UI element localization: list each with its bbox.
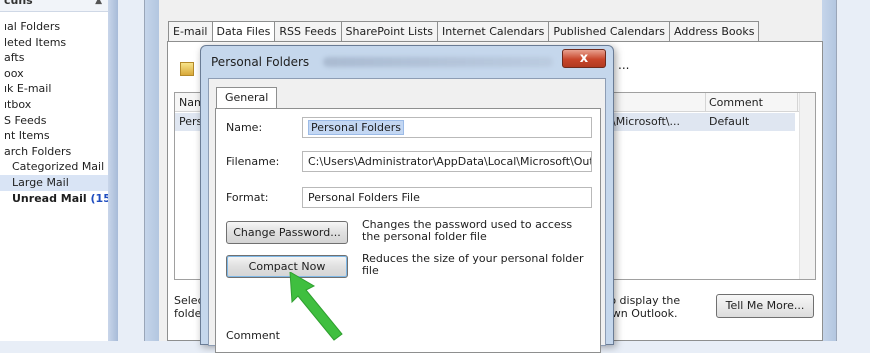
row-name: Pers [179, 115, 203, 128]
change-password-button[interactable]: Change Password... [226, 221, 348, 244]
folder-inbox[interactable]: oox [4, 66, 118, 82]
change-password-description: Changes the password used to access the … [362, 218, 573, 243]
dialog-frame-right [822, 0, 836, 341]
general-panel: Name: Personal Folders Filename: C:\User… [215, 108, 601, 353]
folder-unread-mail[interactable]: Unread Mail (156 [4, 191, 118, 207]
folder-list: ıal Folders leted Items afts oox ık E-ma… [0, 19, 118, 207]
folder-drafts[interactable]: afts [4, 50, 118, 66]
column-header-comment[interactable]: Comment [709, 96, 763, 109]
add-file-icon[interactable] [180, 62, 194, 76]
folder-search-folders[interactable]: arch Folders [4, 144, 118, 160]
row-comment: Default [709, 115, 750, 128]
folder-rss-feeds[interactable]: S Feeds [4, 113, 118, 129]
folder-unread-mail-label: Unread Mail [12, 191, 87, 205]
tab-internet-calendars[interactable]: Internet Calendars [437, 21, 550, 42]
folder-junk-email[interactable]: ık E-mail [4, 81, 118, 97]
dialog-frame-left [145, 0, 159, 341]
title-bar-blur [323, 57, 553, 67]
tab-email[interactable]: E-mail [168, 21, 213, 42]
chevron-up-icon[interactable]: ▲ [95, 0, 102, 6]
tab-rss-feeds[interactable]: RSS Feeds [274, 21, 342, 42]
info-text-line2: own Outlook. [605, 307, 678, 320]
filename-field[interactable]: C:\Users\Administrator\AppData\Local\Mic… [302, 151, 592, 172]
tab-general[interactable]: General [216, 87, 278, 109]
dialog-title: Personal Folders [211, 55, 310, 69]
dialog-body: General Name: Personal Folders Filename:… [208, 78, 606, 353]
account-settings-tabs: E-mail Data Files RSS Feeds SharePoint List… [168, 21, 760, 44]
info-text: to display the own Outlook. [605, 294, 680, 320]
folder-outbox[interactable]: ıtbox [4, 97, 118, 113]
table-scrollbar[interactable] [799, 93, 815, 279]
column-separator[interactable] [705, 93, 706, 112]
tab-published-calendars[interactable]: Published Calendars [548, 21, 671, 42]
folder-categorized-mail[interactable]: Categorized Mail [4, 159, 118, 175]
compact-now-description: Reduces the size of your personal folder… [362, 252, 584, 277]
folder-large-mail[interactable]: Large Mail [0, 174, 112, 191]
name-field-value: Personal Folders [308, 120, 404, 135]
info-text-line1: to display the [605, 294, 681, 307]
folder-navigation-pane: cuns ▲ ıal Folders leted Items afts oox … [0, 0, 118, 341]
tell-me-more-button[interactable]: Tell Me More... [716, 294, 814, 318]
personal-folders-dialog: Personal Folders x General Name: Persona… [200, 45, 614, 353]
folder-deleted-items[interactable]: leted Items [4, 35, 118, 51]
name-label: Name: [226, 121, 263, 134]
column-separator[interactable] [797, 93, 798, 112]
format-label: Format: [226, 191, 269, 204]
pane-splitter[interactable] [108, 0, 118, 341]
folder-personal-folders[interactable]: ıal Folders [4, 19, 118, 35]
folder-sent-items[interactable]: nt Items [4, 128, 118, 144]
row-location: \Microsoft\... [612, 115, 680, 128]
close-icon: x [579, 51, 589, 66]
tab-address-books[interactable]: Address Books [669, 21, 760, 42]
toolbar-more[interactable]: ... [618, 58, 629, 72]
compact-now-button[interactable]: Compact Now [226, 255, 348, 278]
filename-label: Filename: [226, 155, 280, 168]
close-button[interactable]: x [562, 49, 606, 68]
comment-label: Comment [226, 329, 280, 342]
tab-sharepoint-lists[interactable]: SharePoint Lists [340, 21, 439, 42]
name-field[interactable]: Personal Folders [302, 117, 592, 138]
format-field: Personal Folders File [302, 187, 592, 208]
nav-header-label: cuns [4, 0, 33, 7]
nav-header[interactable]: cuns ▲ [0, 0, 108, 12]
